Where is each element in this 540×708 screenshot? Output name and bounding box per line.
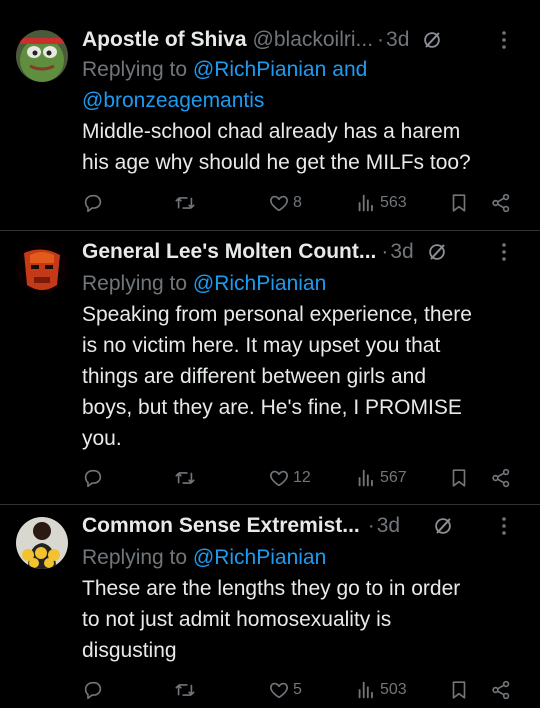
- display-name[interactable]: Common Sense Extremist...: [82, 513, 360, 539]
- bookmark-button[interactable]: [448, 192, 470, 214]
- reply-button[interactable]: [82, 467, 104, 489]
- views-button[interactable]: 567: [355, 467, 407, 489]
- like-button[interactable]: 5: [268, 679, 302, 701]
- text-line: to not just admit homosexuality is: [82, 608, 392, 631]
- retweet-icon: [174, 467, 196, 489]
- heart-icon: [268, 679, 290, 701]
- share-button[interactable]: [490, 679, 512, 701]
- mention-link[interactable]: @RichPianian: [193, 546, 326, 569]
- user-handle[interactable]: @blackoilri...: [253, 27, 374, 53]
- like-button[interactable]: 12: [268, 467, 311, 489]
- retweet-button[interactable]: [174, 192, 196, 214]
- bookmark-button[interactable]: [448, 679, 470, 701]
- tweet-header: Apostle of Shiva @blackoilri... · 3d: [82, 27, 524, 53]
- bookmark-icon: [448, 192, 470, 214]
- timestamp[interactable]: 3d: [390, 239, 413, 265]
- share-icon: [490, 467, 512, 489]
- grok-icon[interactable]: [426, 241, 448, 263]
- and-text: and: [332, 58, 368, 81]
- views-button[interactable]: 563: [355, 192, 407, 214]
- timestamp[interactable]: 3d: [386, 27, 409, 53]
- bookmark-icon: [448, 467, 470, 489]
- replying-to-label: Replying to: [82, 546, 188, 569]
- separator-dot: ·: [381, 240, 389, 263]
- separator-dot: ·: [377, 28, 385, 51]
- display-name[interactable]: Apostle of Shiva: [82, 27, 247, 53]
- reply-icon: [82, 192, 104, 214]
- grok-icon[interactable]: [421, 29, 443, 51]
- replying-to-label: Replying to: [82, 272, 188, 295]
- views-icon: [355, 192, 377, 214]
- more-options-icon[interactable]: [494, 513, 514, 539]
- text-line: his age why should he get the MILFs too?: [82, 151, 471, 174]
- share-icon: [490, 192, 512, 214]
- action-bar: 5 503: [82, 679, 522, 703]
- like-count: 12: [293, 469, 311, 486]
- reply-icon: [82, 679, 104, 701]
- retweet-icon: [174, 192, 196, 214]
- tweet-text: These are the lengths they go to in orde…: [82, 573, 524, 666]
- reply-button[interactable]: [82, 679, 104, 701]
- view-count: 563: [380, 194, 407, 211]
- heart-icon: [268, 467, 290, 489]
- reply-button[interactable]: [82, 192, 104, 214]
- more-options-icon[interactable]: [494, 27, 514, 53]
- badges-avatar[interactable]: [16, 517, 68, 569]
- timestamp[interactable]: 3d: [377, 513, 400, 539]
- text-line: you.: [82, 427, 122, 450]
- tweet-header: Common Sense Extremist... · 3d: [82, 513, 524, 539]
- bookmark-icon: [448, 679, 470, 701]
- like-count: 8: [293, 194, 302, 211]
- frog-avatar[interactable]: [16, 30, 68, 82]
- text-line: Speaking from personal experience, there: [82, 303, 472, 326]
- separator-dot: ·: [367, 514, 375, 537]
- badges-avatar-icon: [16, 517, 68, 569]
- text-line: boys, but they are. He's fine, I PROMISE: [82, 396, 462, 419]
- retweet-button[interactable]: [174, 679, 196, 701]
- tweet-header: General Lee's Molten Count... · 3d: [82, 239, 524, 265]
- like-count: 5: [293, 681, 302, 698]
- views-icon: [355, 679, 377, 701]
- action-bar: 8 563: [82, 192, 522, 216]
- replying-to: Replying to @RichPianian and @bronzeagema…: [82, 54, 524, 116]
- tweet[interactable]: Common Sense Extremist... · 3d Replying …: [0, 505, 540, 708]
- tweet-text: Middle-school chad already has a harem h…: [82, 116, 524, 178]
- mention-link[interactable]: @RichPianian: [193, 58, 326, 81]
- share-button[interactable]: [490, 467, 512, 489]
- like-button[interactable]: 8: [268, 192, 302, 214]
- replying-to: Replying to @RichPianian: [82, 268, 524, 299]
- reply-icon: [82, 467, 104, 489]
- retweet-icon: [174, 679, 196, 701]
- text-line: things are different between girls and: [82, 365, 426, 388]
- share-icon: [490, 679, 512, 701]
- tweet-text: Speaking from personal experience, there…: [82, 299, 524, 454]
- red-mask-avatar-icon: [16, 243, 68, 295]
- action-bar: 12 567: [82, 467, 522, 491]
- replying-to: Replying to @RichPianian: [82, 542, 524, 573]
- views-icon: [355, 467, 377, 489]
- text-line: is no victim here. It may upset you that: [82, 334, 441, 357]
- view-count: 567: [380, 469, 407, 486]
- display-name[interactable]: General Lee's Molten Count...: [82, 239, 376, 265]
- retweet-button[interactable]: [174, 467, 196, 489]
- bookmark-button[interactable]: [448, 467, 470, 489]
- text-line: disgusting: [82, 639, 177, 662]
- text-line: These are the lengths they go to in orde…: [82, 577, 461, 600]
- views-button[interactable]: 503: [355, 679, 407, 701]
- heart-icon: [268, 192, 290, 214]
- replying-to-label: Replying to: [82, 58, 188, 81]
- frog-avatar-icon: [16, 30, 68, 82]
- mention-link[interactable]: @bronzeagemantis: [82, 89, 264, 112]
- red-mask-avatar[interactable]: [16, 243, 68, 295]
- tweet[interactable]: General Lee's Molten Count... · 3d Reply…: [0, 231, 540, 503]
- mention-link[interactable]: @RichPianian: [193, 272, 326, 295]
- more-options-icon[interactable]: [494, 239, 514, 265]
- view-count: 503: [380, 681, 407, 698]
- share-button[interactable]: [490, 192, 512, 214]
- tweet[interactable]: Apostle of Shiva @blackoilri... · 3d Rep…: [0, 0, 540, 236]
- grok-icon[interactable]: [432, 515, 454, 537]
- text-line: Middle-school chad already has a harem: [82, 120, 461, 143]
